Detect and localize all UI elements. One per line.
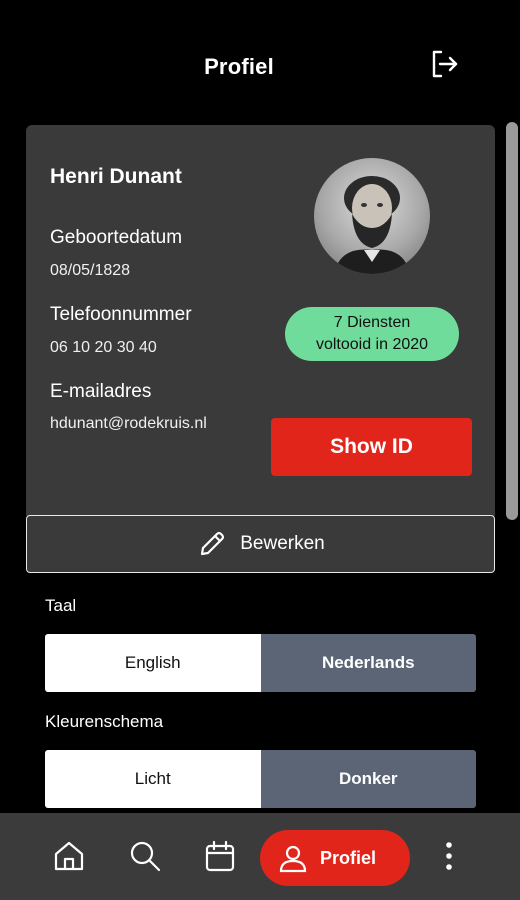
profile-icon — [279, 845, 307, 873]
nav-profile-active[interactable]: Profiel — [260, 830, 410, 886]
theme-toggle: Licht Donker — [45, 750, 476, 808]
avatar — [314, 158, 430, 274]
bottom-nav: Profiel — [0, 813, 520, 900]
theme-option-dark[interactable]: Donker — [260, 750, 476, 808]
profile-card: Henri Dunant Geboortedatum 08/05/1828 Te… — [26, 125, 495, 520]
language-option-nederlands[interactable]: Nederlands — [260, 634, 476, 692]
language-label: Taal — [45, 596, 77, 615]
birthdate-label: Geboortedatum — [50, 227, 183, 248]
home-icon[interactable] — [52, 839, 86, 873]
edit-button[interactable]: Bewerken — [26, 515, 495, 573]
profile-name: Henri Dunant — [50, 165, 182, 188]
pencil-icon — [201, 531, 225, 556]
phone-value: 06 10 20 30 40 — [50, 339, 157, 356]
search-icon[interactable] — [128, 839, 162, 873]
birthdate-value: 08/05/1828 — [50, 262, 131, 279]
scrollbar[interactable] — [506, 122, 518, 520]
badge-line-2: voltooid in 2020 — [315, 336, 429, 353]
theme-label: Kleurenschema — [45, 712, 164, 731]
badge-line-1: 7 Diensten — [333, 314, 411, 331]
edit-label: Bewerken — [240, 533, 325, 554]
language-toggle: English Nederlands — [45, 634, 476, 692]
logout-icon[interactable] — [426, 46, 462, 82]
nav-profile-label: Profiel — [320, 847, 377, 868]
show-id-button[interactable]: Show ID — [271, 418, 472, 476]
services-badge: 7 Diensten voltooid in 2020 — [285, 307, 459, 361]
page-title: Profiel — [204, 54, 274, 79]
phone-label: Telefoonnummer — [50, 304, 192, 325]
email-label: E-mailadres — [50, 381, 152, 402]
theme-option-light[interactable]: Licht — [45, 750, 261, 808]
more-icon[interactable] — [432, 839, 466, 873]
email-value: hdunant@rodekruis.nl — [50, 415, 207, 432]
language-option-english[interactable]: English — [45, 634, 261, 692]
header: Profiel — [0, 0, 520, 120]
calendar-icon[interactable] — [203, 839, 237, 873]
